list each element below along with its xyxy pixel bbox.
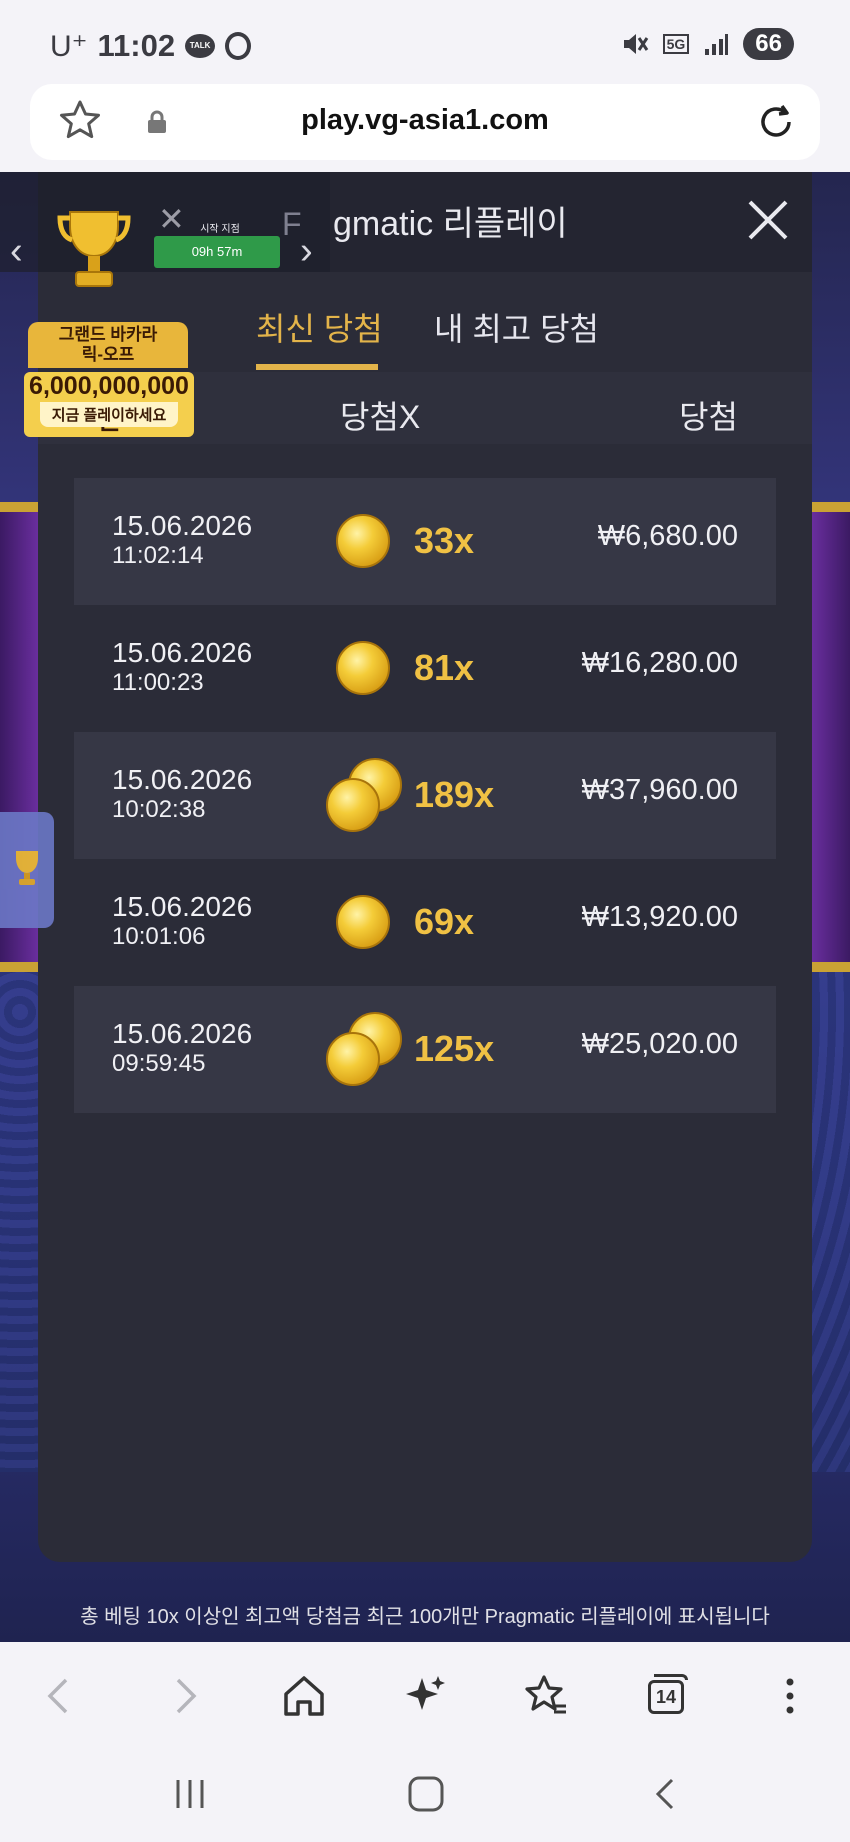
gold-coin-icon [324, 504, 404, 580]
gold-coin-icon [324, 885, 404, 961]
promo-play-now-button[interactable]: 지금 플레이하세요 [40, 402, 178, 427]
network-label: 5G [662, 34, 690, 54]
trophy-icon [57, 211, 131, 287]
row-time: 11:02:14 [112, 542, 204, 569]
win-row[interactable]: 15.06.2026 09:59:45 125x ₩25,020.00 [74, 986, 776, 1113]
row-multiplier: 125x [414, 1028, 495, 1069]
b-app-icon [225, 32, 252, 60]
promo-letter: F [282, 206, 302, 242]
column-header-win: 당첨 [679, 399, 738, 435]
gold-coins-icon [324, 1012, 404, 1088]
row-multiplier: 189x [414, 774, 495, 815]
promo-title-line2: 릭-오프 [81, 345, 135, 364]
row-win-amount: ₩25,020.00 [581, 1028, 738, 1060]
kakaotalk-icon: TALK [185, 34, 216, 58]
clock: 11:02 [97, 28, 176, 63]
url-bar[interactable]: play.vg-asia1.com [30, 84, 820, 160]
chevron-right-icon[interactable]: › [300, 230, 313, 273]
panel-title: gmatic 리플레이 [333, 205, 568, 243]
tab-my-best-wins[interactable]: 내 최고 당첨 [434, 304, 599, 350]
signal-icon [705, 34, 729, 55]
gold-coin-icon [324, 631, 404, 707]
win-row[interactable]: 15.06.2026 11:02:14 33x ₩6,680.00 [74, 478, 776, 605]
promo-start-label: 시작 지점 [200, 224, 240, 235]
chevron-left-icon[interactable]: ‹ [10, 230, 23, 273]
trophy-icon [16, 851, 38, 885]
status-bar: U⁺ 11:02 TALK 5G 66 [0, 0, 850, 84]
win-list: 15.06.2026 11:02:14 33x ₩6,680.00 15.06.… [74, 478, 776, 1113]
row-date: 15.06.2026 [112, 891, 253, 922]
tabs-counter-icon[interactable]: 14 [644, 1672, 692, 1720]
promo-title-line1: 그랜드 바카라 [58, 325, 158, 344]
gold-coins-icon [324, 758, 404, 834]
row-date: 15.06.2026 [112, 637, 253, 668]
recent-apps-icon[interactable] [172, 1776, 208, 1812]
home-icon[interactable] [280, 1672, 328, 1720]
replay-footnote: 총 베팅 10x 이상인 최고액 당첨금 최근 100개만 Pragmatic … [80, 1606, 770, 1628]
row-multiplier: 33x [414, 520, 475, 561]
home-button-icon[interactable] [406, 1776, 446, 1812]
row-multiplier: 69x [414, 901, 475, 942]
row-win-amount: ₩13,920.00 [581, 901, 738, 933]
row-multiplier: 81x [414, 647, 475, 688]
row-time: 10:02:38 [112, 796, 206, 823]
promo-banner[interactable]: ‹ › ✕ 시작 지점 09h 57m F 그랜드 바카라 릭-오프 6,000… [0, 172, 340, 437]
row-time: 11:00:23 [112, 669, 204, 696]
win-row[interactable]: 15.06.2026 10:02:38 189x ₩37,960.00 [74, 732, 776, 859]
url-text[interactable]: play.vg-asia1.com [30, 104, 820, 137]
mute-icon [623, 34, 648, 54]
carrier-label: U⁺ [50, 29, 88, 63]
row-win-amount: ₩16,280.00 [581, 647, 738, 679]
more-options-icon[interactable] [766, 1672, 814, 1720]
bookmarks-star-icon[interactable] [522, 1672, 570, 1720]
row-time: 10:01:06 [112, 923, 206, 950]
back-arrow-icon[interactable] [36, 1672, 84, 1720]
promo-title: 그랜드 바카라 릭-오프 [28, 322, 188, 368]
reload-icon[interactable] [754, 100, 798, 144]
close-icon[interactable] [740, 192, 796, 248]
side-trophy-tab[interactable] [0, 812, 54, 928]
promo-timer: 09h 57m [154, 236, 280, 268]
row-win-amount: ₩37,960.00 [581, 774, 738, 806]
row-date: 15.06.2026 [112, 1018, 253, 1049]
battery-indicator: 66 [743, 28, 794, 60]
row-win-amount: ₩6,680.00 [597, 520, 738, 552]
win-row[interactable]: 15.06.2026 10:01:06 69x ₩13,920.00 [74, 859, 776, 986]
browser-toolbar: 14 [0, 1642, 850, 1746]
row-time: 09:59:45 [112, 1050, 206, 1077]
column-header-multiplier: 당첨X [340, 399, 421, 435]
forward-arrow-icon[interactable] [160, 1672, 208, 1720]
right-pillar-decoration [810, 502, 850, 972]
row-date: 15.06.2026 [112, 510, 253, 541]
row-date: 15.06.2026 [112, 764, 253, 795]
system-back-icon[interactable] [648, 1776, 684, 1812]
win-row[interactable]: 15.06.2026 11:00:23 81x ₩16,280.00 [74, 605, 776, 732]
system-navigation-bar [0, 1746, 850, 1842]
tabs-count: 14 [648, 1680, 684, 1714]
sparkle-icon[interactable] [402, 1672, 450, 1720]
